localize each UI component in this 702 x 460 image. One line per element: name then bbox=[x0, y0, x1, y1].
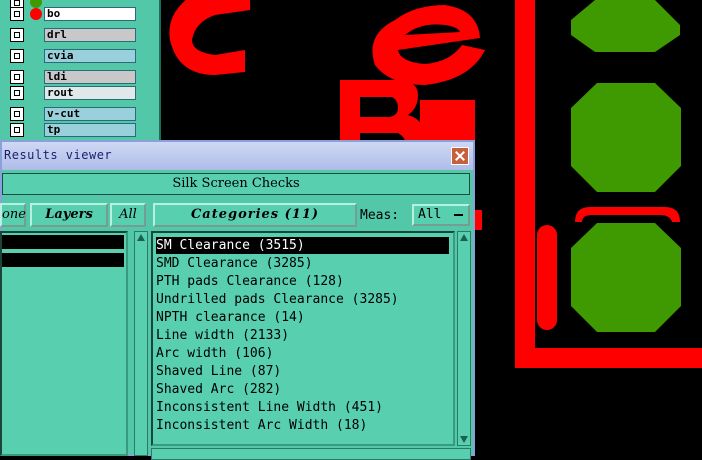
scroll-up-icon[interactable] bbox=[460, 234, 468, 241]
layer-checkbox[interactable] bbox=[10, 28, 24, 42]
layer-results-list[interactable] bbox=[0, 231, 128, 456]
category-item[interactable]: Shaved Line (87) bbox=[156, 363, 281, 380]
silk-letter-e bbox=[372, 5, 485, 85]
meas-label: Meas: bbox=[360, 208, 400, 223]
silk-letter-c bbox=[169, 0, 250, 75]
layer-name: cvia bbox=[44, 49, 136, 63]
category-item[interactable]: Undrilled pads Clearance (3285) bbox=[156, 291, 399, 308]
categories-button[interactable]: Categories (11) bbox=[153, 203, 357, 227]
layer-checkbox[interactable] bbox=[10, 7, 24, 21]
category-item[interactable]: Inconsistent Line Width (451) bbox=[156, 399, 383, 416]
layers-button[interactable]: Layers bbox=[30, 203, 108, 227]
categories-scrollbar[interactable] bbox=[457, 231, 471, 446]
layer-row-v-cut[interactable]: v-cut bbox=[10, 107, 136, 121]
category-item[interactable]: Shaved Arc (282) bbox=[156, 381, 281, 398]
scroll-down-icon[interactable] bbox=[460, 436, 468, 443]
category-item[interactable]: Inconsistent Arc Width (18) bbox=[156, 417, 367, 434]
layer-row-ldi[interactable]: ldi bbox=[10, 70, 136, 84]
layer-checkbox[interactable] bbox=[10, 123, 24, 137]
layer-checkbox[interactable] bbox=[10, 70, 24, 84]
list-item[interactable] bbox=[2, 235, 124, 249]
silk-pad-marker bbox=[575, 207, 680, 222]
category-item[interactable]: SM Clearance (3515) bbox=[156, 237, 449, 254]
meas-value: All bbox=[418, 207, 442, 222]
layer-name: drl bbox=[44, 28, 136, 42]
category-item[interactable]: Line width (2133) bbox=[156, 327, 289, 344]
layer-row-tp[interactable]: tp bbox=[10, 123, 136, 137]
list-item[interactable] bbox=[2, 253, 124, 267]
layer-name: v-cut bbox=[44, 107, 136, 121]
category-item[interactable]: Arc width (106) bbox=[156, 345, 273, 362]
layer-panel: bo drl cvia ldi rout v-cut tp bbox=[0, 0, 161, 145]
layer-list-scrollbar[interactable] bbox=[134, 231, 148, 456]
layer-name: rout bbox=[44, 86, 136, 100]
silk-bar bbox=[537, 225, 557, 330]
all-layers-button[interactable]: All bbox=[110, 203, 146, 227]
layer-row-drl[interactable]: drl bbox=[10, 28, 136, 42]
meas-select[interactable]: All bbox=[412, 204, 470, 226]
categories-list[interactable]: SM Clearance (3515) SMD Clearance (3285)… bbox=[151, 231, 455, 446]
results-viewer-window: Results viewer Silk Screen Checks one La… bbox=[0, 140, 475, 460]
layer-row-cvia[interactable]: cvia bbox=[10, 49, 136, 63]
layer-checkbox[interactable] bbox=[10, 86, 24, 100]
category-item[interactable]: SMD Clearance (3285) bbox=[156, 255, 313, 272]
window-titlebar[interactable]: Results viewer bbox=[2, 142, 473, 170]
layer-checkbox[interactable] bbox=[10, 49, 24, 63]
dropdown-indicator-icon bbox=[454, 214, 463, 216]
pad bbox=[571, 223, 681, 332]
layer-name: ldi bbox=[44, 70, 136, 84]
layer-name: bo bbox=[44, 7, 136, 21]
checks-header[interactable]: Silk Screen Checks bbox=[2, 173, 470, 195]
layer-color-dot bbox=[30, 8, 42, 20]
category-item[interactable]: NPTH clearance (14) bbox=[156, 309, 305, 326]
category-item[interactable]: PTH pads Clearance (128) bbox=[156, 273, 344, 290]
layer-row-rout[interactable]: rout bbox=[10, 86, 136, 100]
layer-name: tp bbox=[44, 123, 136, 137]
window-title: Results viewer bbox=[4, 148, 113, 162]
layer-checkbox[interactable] bbox=[10, 107, 24, 121]
close-button[interactable] bbox=[451, 147, 469, 165]
layer-row-bo[interactable]: bo bbox=[10, 7, 136, 21]
pad bbox=[571, 0, 680, 52]
scroll-up-icon[interactable] bbox=[137, 234, 145, 241]
horizontal-scrollbar[interactable] bbox=[151, 448, 471, 460]
none-button[interactable]: one bbox=[0, 203, 26, 227]
pad bbox=[571, 83, 681, 192]
